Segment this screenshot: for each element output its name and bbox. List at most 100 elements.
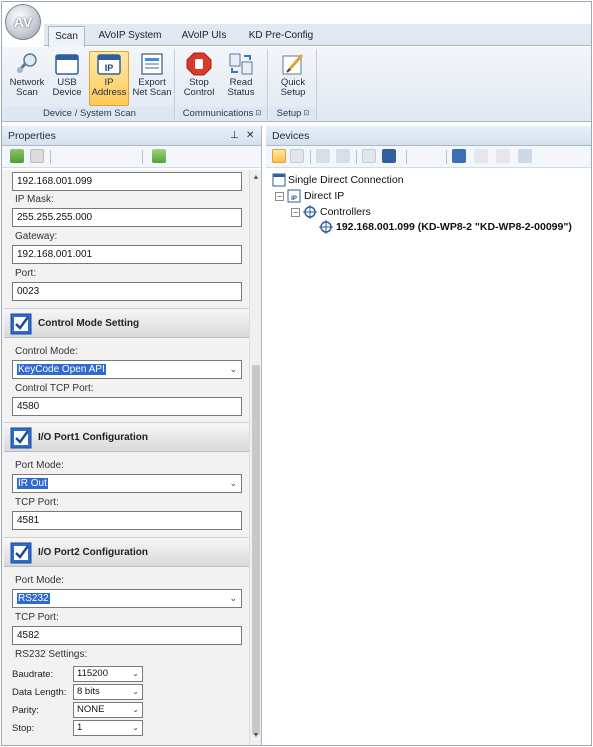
quick-setup-button[interactable]: Quick Setup [273,51,313,106]
device-list-icon[interactable] [382,149,396,163]
tab-kd-pre-config[interactable]: KD Pre-Config [245,26,317,47]
io2-port-mode-select[interactable]: RS232 ⌄ [12,589,242,608]
data-length-select[interactable]: 8 bits ⌄ [73,684,143,700]
control-mode-section[interactable]: Control Mode Setting [4,308,249,338]
group-caption-text: Setup [276,108,302,119]
ip-address-button[interactable]: IP IP Address [89,51,129,106]
io2-port-mode-label: Port Mode: [15,575,64,586]
find-icon[interactable] [316,149,330,163]
control-mode-label: Control Mode: [15,346,78,357]
io-port2-section[interactable]: I/O Port2 Configuration [4,537,249,567]
read-status-button[interactable]: Read Status [221,51,261,106]
toolbar-separator [50,150,51,164]
apply-icon[interactable] [152,149,166,163]
find-next-icon[interactable] [336,149,350,163]
ip-mask-label: IP Mask: [15,194,54,205]
parity-value: NONE [77,704,105,715]
stop-select[interactable]: 1 ⌄ [73,720,143,736]
properties-pane: Properties ⊥ ✕ 192.168.001.099 IP Mask: … [2,126,262,745]
baudrate-select[interactable]: 115200 ⌄ [73,666,143,682]
gateway-field[interactable]: 192.168.001.001 [12,245,242,264]
refresh-icon[interactable] [10,149,24,163]
grid-icon[interactable] [290,149,304,163]
section-title: I/O Port2 Configuration [38,547,148,558]
toolbar-separator [406,150,407,164]
dialog-launcher-icon[interactable]: ⊡ [303,107,309,120]
properties-toolbar [2,146,261,168]
dialog-launcher-icon[interactable]: ⊡ [255,107,261,120]
network-scan-icon [16,53,37,73]
properties-title: Properties [8,130,56,142]
usb-device-button[interactable]: USB Device [50,51,84,106]
app-window: AV Scan AVoIP System AVoIP UIs KD Pre-Co… [1,1,592,746]
control-tcp-port-label: Control TCP Port: [15,383,94,394]
chevron-down-icon: ⌄ [229,593,237,603]
io-port1-section[interactable]: I/O Port1 Configuration [4,422,249,452]
tree-node-device[interactable]: 192.168.001.099 (KD-WP8-2 "KD-WP8-2-0009… [336,220,572,234]
chevron-down-icon: ⌄ [132,705,139,714]
gateway-label: Gateway: [15,231,58,242]
pin-icon[interactable]: ⊥ [230,126,239,146]
chevron-down-icon: ⌄ [132,669,139,678]
tab-scan[interactable]: Scan [48,26,85,48]
settings-icon[interactable] [496,149,510,163]
close-icon[interactable]: ✕ [246,126,254,146]
io1-tcp-port-field[interactable]: 4581 [12,511,242,530]
filter-icon[interactable] [362,149,376,163]
chevron-down-icon: ⌄ [229,364,237,374]
export-list-icon[interactable] [518,149,532,163]
stop-label: Stop: [12,723,35,734]
save-icon[interactable] [30,149,44,163]
svg-text:IP: IP [105,63,114,73]
export-icon [141,53,163,75]
tree-node-direct-ip[interactable]: Direct IP [304,189,344,203]
scroll-up-icon[interactable]: ▲ [251,174,261,184]
group-device-system-scan: Network Scan USB Device IP IP Address Expor… [5,49,175,120]
config-check-icon [10,313,32,335]
control-mode-select[interactable]: KeyCode Open API ⌄ [12,360,242,379]
scrollbar-thumb[interactable] [252,365,260,735]
collapse-icon[interactable]: − [275,192,284,201]
control-tcp-port-field[interactable]: 4580 [12,397,242,416]
control-mode-value: KeyCode Open API [17,364,106,375]
connection-icon[interactable] [272,149,286,163]
properties-scrollbar[interactable]: ▲ ▼ [249,170,261,745]
properties-header: Properties ⊥ ✕ [2,126,261,146]
parity-label: Parity: [12,705,39,716]
collapse-icon[interactable]: − [291,208,300,217]
io1-port-mode-value: IR Out [17,478,48,489]
tab-avoip-uis[interactable]: AVoIP UIs [174,26,234,47]
parity-select[interactable]: NONE ⌄ [73,702,143,718]
stop-icon [186,52,212,76]
ip-mask-field[interactable]: 255.255.255.000 [12,208,242,227]
tree-node-single-direct-connection[interactable]: Single Direct Connection [288,173,404,187]
ip-address-field[interactable]: 192.168.001.099 [12,172,242,191]
port-label: Port: [15,268,37,279]
mail-icon[interactable] [474,149,488,163]
io2-tcp-port-field[interactable]: 4582 [12,626,242,645]
baudrate-label: Baudrate: [12,669,54,680]
tab-avoip-system[interactable]: AVoIP System [94,26,166,47]
export-net-scan-button[interactable]: Export Net Scan [131,51,173,106]
svg-text:IP: IP [291,196,297,202]
network-scan-button[interactable]: Network Scan [8,51,46,106]
stop-control-button[interactable]: Stop Control [181,51,217,106]
usb-icon [55,54,79,75]
baudrate-value: 115200 [77,668,108,679]
read-status-label-2: Status [227,87,255,98]
ip-address-icon: IP [97,54,121,75]
port-field[interactable]: 0023 [12,282,242,301]
io2-tcp-port-label: TCP Port: [15,612,59,623]
ribbon-tab-bar: AV Scan AVoIP System AVoIP UIs KD Pre-Co… [2,2,591,48]
properties-icon[interactable] [452,149,466,163]
toolbar-separator [356,150,357,164]
ip-address-label-2: Address [91,87,127,98]
quick-setup-icon [282,54,304,75]
io1-port-mode-select[interactable]: IR Out ⌄ [12,474,242,493]
scroll-down-icon[interactable]: ▼ [251,732,261,742]
stop-value: 1 [77,722,83,733]
devices-title: Devices [272,130,310,142]
application-menu-orb[interactable]: AV [5,4,41,40]
tree-node-controllers[interactable]: Controllers [320,205,371,219]
group-caption: Setup ⊡ [270,107,316,120]
